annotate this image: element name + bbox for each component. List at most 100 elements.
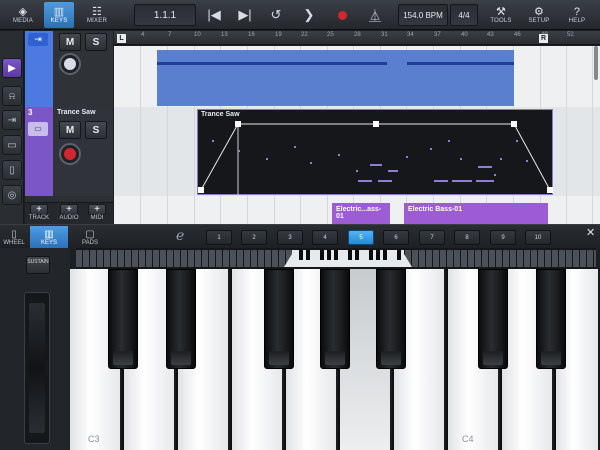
pads-tab[interactable]: ▢ PADS [76, 226, 104, 248]
keyboard-overview[interactable] [76, 248, 596, 269]
go-to-end-icon[interactable]: ▶| [234, 4, 256, 26]
keys-tab[interactable]: ▥ KEYS [30, 226, 68, 248]
time-signature-display[interactable]: 4/4 [450, 4, 478, 26]
ruler-tick: 34 [407, 32, 414, 38]
bass-part[interactable]: Electric...ass-01 [332, 203, 390, 224]
black-key[interactable] [376, 269, 406, 369]
loop-icon[interactable]: ↺ [265, 4, 287, 26]
midi-note [434, 180, 448, 182]
solo-button[interactable]: S [85, 121, 107, 139]
add-audio-button[interactable]: + AUDIO [55, 204, 83, 224]
help-icon: ? [573, 6, 581, 18]
monitor-icon[interactable]: ▭ [2, 135, 22, 155]
channel-icon[interactable]: ▯ [2, 160, 22, 180]
octave-button[interactable]: 1 [206, 230, 232, 245]
black-key[interactable] [108, 269, 138, 369]
wheel-tab[interactable]: ▯ WHEEL [0, 226, 28, 248]
midi-note [500, 158, 502, 160]
track-header[interactable]: 3 ▭ Trance Saw M S [25, 107, 113, 196]
arrangement-area[interactable]: Trance Saw Electric...ass-01 Electric Ba… [114, 46, 600, 224]
mixer-icon: ☷ [91, 6, 103, 18]
keys-button[interactable]: ▥ KEYS [44, 2, 74, 28]
tools-button[interactable]: ⚒ TOOLS [486, 2, 516, 28]
sends-icon[interactable]: ◎ [2, 185, 22, 205]
midi-note [494, 174, 496, 176]
octave-button-selected[interactable]: 5 [348, 230, 374, 245]
record-enable-button[interactable] [59, 143, 81, 165]
ruler-tick: 43 [487, 32, 494, 38]
ruler-tick: 52 [567, 32, 574, 38]
help-button[interactable]: ? HELP [562, 2, 592, 28]
grid-line [592, 46, 593, 224]
metronome-icon[interactable]: ⏅ [364, 4, 386, 26]
tempo-display[interactable]: 154.0 BPM [398, 4, 448, 26]
mixer-button[interactable]: ☷ MIXER [80, 2, 114, 28]
go-to-start-icon[interactable]: |◀ [203, 4, 225, 26]
ruler-tick: 22 [301, 32, 308, 38]
plus-icon: + [88, 204, 106, 215]
record-button[interactable] [331, 4, 353, 26]
midi-note [294, 146, 296, 148]
black-key[interactable] [536, 269, 566, 369]
octave-button[interactable]: 2 [241, 230, 267, 245]
ruler-tick: 19 [275, 32, 282, 38]
play-icon[interactable]: ❯ [298, 4, 320, 26]
track-header[interactable]: ⇥ M S [25, 31, 113, 107]
ruler-tick: 28 [354, 32, 361, 38]
octave-button[interactable]: 3 [277, 230, 303, 245]
setup-button[interactable]: ⚙ SETUP [524, 2, 554, 28]
bass-part[interactable]: Electric Bass-01 [404, 203, 548, 224]
key-label: C4 [462, 434, 474, 444]
grid-line [140, 46, 141, 224]
position-display[interactable]: 1.1.1 [134, 4, 196, 26]
pitch-wheel[interactable] [24, 292, 50, 444]
insert-icon[interactable]: ⇥ [2, 110, 22, 130]
add-track-bar: + TRACK + AUDIO + MIDI [25, 202, 113, 224]
octave-button[interactable]: 7 [419, 230, 445, 245]
bell-icon[interactable]: ⍾ [2, 86, 22, 106]
octave-button[interactable]: 9 [490, 230, 516, 245]
close-icon[interactable]: ✕ [586, 226, 595, 239]
midi-note [212, 140, 214, 142]
black-key[interactable] [166, 269, 196, 369]
black-key[interactable] [264, 269, 294, 369]
media-button[interactable]: ◈ MEDIA [8, 2, 38, 28]
track-name[interactable]: Trance Saw [57, 109, 96, 116]
instrument-icon[interactable]: ▭ [28, 122, 48, 136]
ruler-tick: 10 [194, 32, 201, 38]
octave-button[interactable]: 6 [383, 230, 409, 245]
add-track-button[interactable]: + TRACK [25, 204, 53, 224]
black-key[interactable] [478, 269, 508, 369]
timeline-ruler[interactable]: 4 7 10 13 16 19 22 25 28 31 34 37 40 43 … [114, 31, 600, 45]
routing-icon[interactable]: ⇥ [28, 33, 48, 46]
automation-envelope[interactable] [198, 110, 554, 196]
midi-note [516, 140, 518, 142]
solo-button[interactable]: S [85, 33, 107, 51]
midi-part[interactable]: Trance Saw [197, 109, 554, 196]
sustain-button[interactable]: SUSTAIN [26, 256, 50, 274]
inspector-strip: ▶ ⍾ ⇥ ▭ ▯ ◎ [0, 31, 24, 224]
right-locator[interactable]: R [539, 34, 548, 43]
mute-button[interactable]: M [59, 121, 81, 139]
midi-note [358, 180, 372, 182]
octave-button[interactable]: 10 [525, 230, 551, 245]
keyboard-side-panel: SUSTAIN [0, 248, 70, 450]
mute-button[interactable]: M [59, 33, 81, 51]
record-icon [337, 10, 347, 20]
left-locator[interactable]: L [117, 34, 126, 43]
expression-icon[interactable]: e [176, 228, 184, 244]
expand-inspector-icon[interactable]: ▶ [2, 58, 22, 78]
octave-button[interactable]: 4 [312, 230, 338, 245]
midi-note [406, 156, 408, 158]
octave-button[interactable]: 8 [454, 230, 480, 245]
midi-note [452, 180, 472, 182]
audio-part[interactable] [157, 50, 514, 106]
vertical-scrollbar[interactable] [594, 46, 598, 80]
ruler-tick: 37 [434, 32, 441, 38]
black-key[interactable] [320, 269, 350, 369]
midi-note [526, 160, 528, 162]
piano-keyboard[interactable]: C3 C4 [70, 269, 600, 450]
record-enable-button[interactable] [59, 53, 81, 75]
midi-note [266, 158, 268, 160]
add-midi-button[interactable]: + MIDI [83, 204, 111, 224]
